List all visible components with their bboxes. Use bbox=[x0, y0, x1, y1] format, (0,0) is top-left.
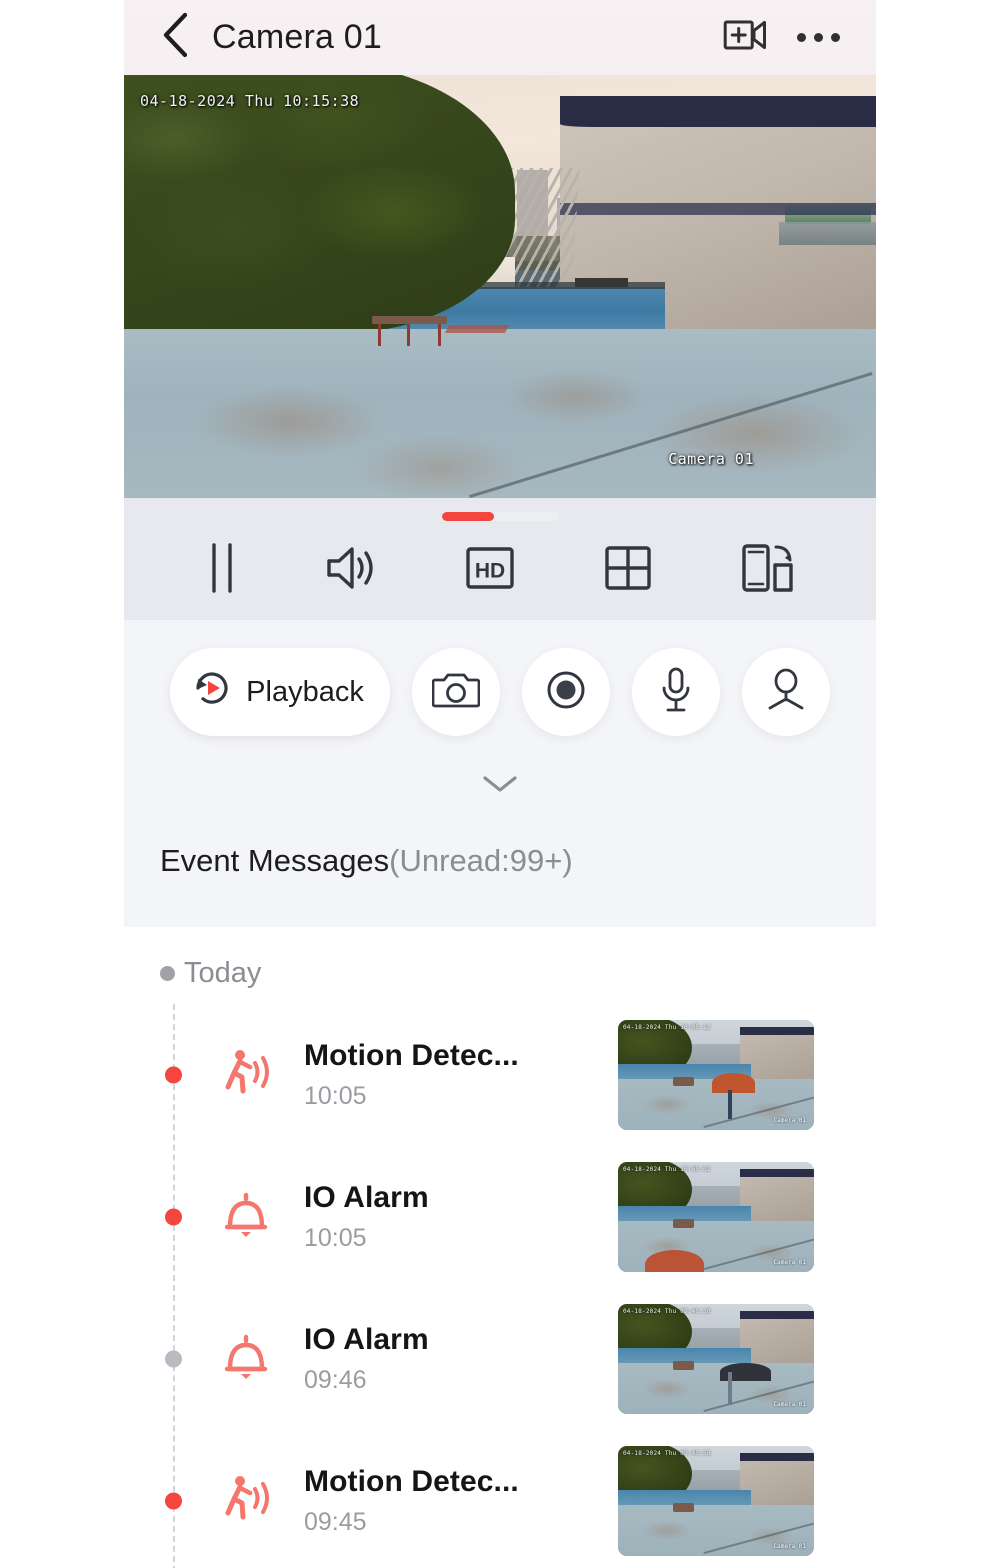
video-red-mat bbox=[444, 324, 510, 334]
motion-detection-icon bbox=[210, 1047, 282, 1103]
add-video-icon bbox=[723, 17, 767, 58]
chevron-left-icon bbox=[160, 12, 190, 63]
speaker-icon bbox=[324, 542, 378, 599]
pause-icon bbox=[205, 542, 239, 599]
thumbnail-timestamp: 04-18-2024 Thu 10:05:02 bbox=[623, 1166, 711, 1173]
add-camera-button[interactable] bbox=[723, 17, 767, 58]
rotate-screen-button[interactable] bbox=[739, 541, 795, 600]
event-time: 10:05 bbox=[304, 1082, 367, 1110]
event-thumbnail[interactable]: 04-18-2024 Thu 10:05:02 Camera 01 bbox=[618, 1162, 814, 1272]
list-item[interactable]: IO Alarm 10:05 04-18-2024 Thu 10:05:02 C… bbox=[124, 1146, 876, 1288]
event-timeline: Motion Detec... 10:05 04-18-2024 Thu 10:… bbox=[124, 1004, 876, 1568]
event-list-section: Today Motion Detec... 10:05 04-18-2024 T… bbox=[124, 927, 876, 1568]
playback-replay-icon bbox=[190, 666, 234, 718]
thumbnail-timestamp: 04-18-2024 Thu 09:46:30 bbox=[623, 1308, 711, 1315]
chevron-down-icon bbox=[480, 772, 520, 801]
event-text: IO Alarm 10:05 bbox=[304, 1181, 618, 1253]
action-button-row: Playback bbox=[124, 648, 876, 736]
thumbnail-timestamp: 04-18-2024 Thu 10:05:12 bbox=[623, 1024, 711, 1031]
top-bar-actions bbox=[723, 17, 876, 58]
snapshot-button[interactable] bbox=[411, 648, 500, 736]
sound-button[interactable] bbox=[324, 542, 378, 599]
motion-detection-icon bbox=[210, 1473, 282, 1529]
alarm-bell-icon bbox=[210, 1189, 282, 1245]
event-text: IO Alarm 09:46 bbox=[304, 1323, 618, 1395]
event-day-group: Today bbox=[124, 957, 876, 990]
event-unread-dot bbox=[165, 1492, 182, 1510]
more-options-icon bbox=[797, 33, 840, 42]
event-thumbnail[interactable]: 04-18-2024 Thu 09:46:30 Camera 01 bbox=[618, 1304, 814, 1414]
video-progress-bar[interactable] bbox=[441, 512, 559, 521]
pause-button[interactable] bbox=[205, 542, 239, 599]
action-panel: Playback Event Messages(Unread:99+) bbox=[124, 620, 876, 927]
video-tree bbox=[124, 75, 516, 334]
live-video-view[interactable]: 04-18-2024 Thu 10:15:38 Camera 01 bbox=[124, 75, 876, 498]
collapse-panel-button[interactable] bbox=[480, 772, 520, 801]
svg-text:HD: HD bbox=[475, 560, 505, 583]
video-progress-fill bbox=[441, 512, 495, 521]
rotate-screen-icon bbox=[739, 541, 795, 600]
top-bar: Camera 01 bbox=[124, 0, 876, 75]
event-title: IO Alarm bbox=[304, 1323, 429, 1356]
hd-quality-button[interactable]: HD bbox=[464, 542, 516, 599]
list-item[interactable]: Motion Detec... 09:45 04-18-2024 Thu 09:… bbox=[124, 1430, 876, 1568]
event-time: 10:05 bbox=[304, 1224, 367, 1252]
ptz-button[interactable] bbox=[741, 648, 830, 736]
more-options-button[interactable] bbox=[797, 33, 840, 42]
alarm-bell-icon bbox=[210, 1331, 282, 1387]
event-text: Motion Detec... 10:05 bbox=[304, 1039, 618, 1111]
event-time: 09:46 bbox=[304, 1366, 367, 1394]
thumbnail-camera-label: Camera 01 bbox=[773, 1401, 806, 1408]
day-group-label: Today bbox=[184, 957, 262, 989]
day-group-dot-icon bbox=[160, 966, 175, 981]
player-control-bar: HD bbox=[124, 498, 876, 620]
thumbnail-camera-label: Camera 01 bbox=[773, 1259, 806, 1266]
event-time: 09:45 bbox=[304, 1508, 367, 1536]
event-title: Motion Detec... bbox=[304, 1465, 519, 1498]
ptz-icon bbox=[763, 668, 809, 717]
event-text: Motion Detec... 09:45 bbox=[304, 1465, 618, 1537]
snapshot-icon bbox=[431, 668, 481, 717]
screen: Camera 01 04-18-2024 Thu 10:15:38 Camera… bbox=[0, 0, 1000, 1568]
quad-view-icon bbox=[602, 542, 654, 599]
thumbnail-camera-label: Camera 01 bbox=[773, 1117, 806, 1124]
thumbnail-camera-label: Camera 01 bbox=[773, 1543, 806, 1550]
event-title: IO Alarm bbox=[304, 1181, 429, 1214]
event-unread-dot bbox=[165, 1066, 182, 1084]
event-messages-header: Event Messages(Unread:99+) bbox=[124, 807, 876, 927]
video-timestamp: 04-18-2024 Thu 10:15:38 bbox=[140, 92, 360, 110]
page-title: Camera 01 bbox=[212, 18, 382, 56]
record-icon bbox=[543, 667, 589, 718]
event-messages-unread-count: (Unread:99+) bbox=[389, 843, 573, 878]
list-item[interactable]: IO Alarm 09:46 04-18-2024 Thu 09:46:30 C… bbox=[124, 1288, 876, 1430]
event-read-dot bbox=[165, 1350, 182, 1368]
record-button[interactable] bbox=[521, 648, 610, 736]
back-button[interactable] bbox=[146, 9, 204, 67]
video-camera-label: Camera 01 bbox=[668, 450, 754, 468]
hd-icon: HD bbox=[464, 542, 516, 599]
playback-label: Playback bbox=[246, 675, 364, 708]
video-windows bbox=[778, 221, 876, 246]
player-buttons: HD bbox=[124, 521, 876, 620]
event-thumbnail[interactable]: 04-18-2024 Thu 09:45:58 Camera 01 bbox=[618, 1446, 814, 1556]
video-rooftop-floor bbox=[124, 328, 876, 498]
list-item[interactable]: Motion Detec... 10:05 04-18-2024 Thu 10:… bbox=[124, 1004, 876, 1146]
event-thumbnail[interactable]: 04-18-2024 Thu 10:05:12 Camera 01 bbox=[618, 1020, 814, 1130]
microphone-icon bbox=[659, 666, 693, 719]
event-unread-dot bbox=[165, 1208, 182, 1226]
video-table bbox=[372, 316, 448, 346]
phone-viewport: Camera 01 04-18-2024 Thu 10:15:38 Camera… bbox=[124, 0, 876, 1568]
event-messages-title: Event Messages bbox=[160, 843, 390, 878]
event-title: Motion Detec... bbox=[304, 1039, 519, 1072]
thumbnail-timestamp: 04-18-2024 Thu 09:45:58 bbox=[623, 1450, 711, 1457]
playback-button[interactable]: Playback bbox=[170, 648, 390, 736]
microphone-button[interactable] bbox=[631, 648, 720, 736]
split-view-button[interactable] bbox=[602, 542, 654, 599]
